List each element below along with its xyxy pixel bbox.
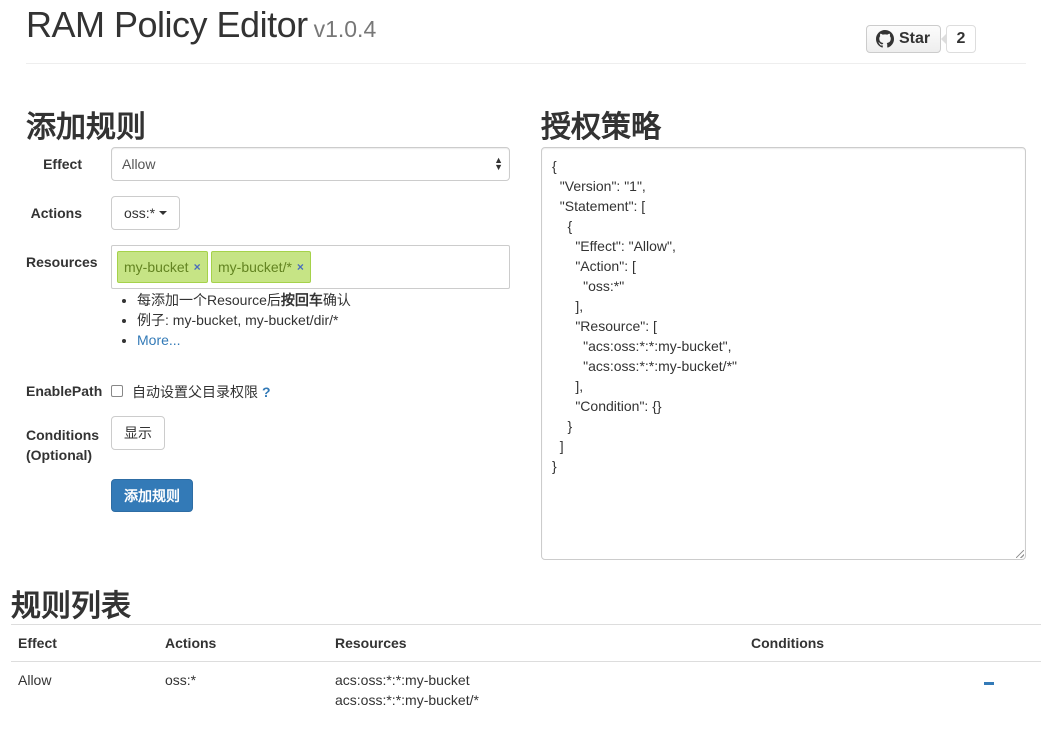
- resource-line: acs:oss:*:*:my-bucket: [335, 672, 470, 688]
- star-count[interactable]: 2: [941, 25, 976, 53]
- table-header-row: Effect Actions Resources Conditions: [11, 624, 1041, 662]
- policy-heading: 授权策略: [541, 111, 661, 144]
- resources-label: Resources: [26, 254, 98, 270]
- resource-tag: my-bucket ×: [117, 251, 208, 283]
- version-label: v1.0.4: [313, 16, 377, 42]
- effect-select-value: Allow: [122, 156, 156, 172]
- caret-down-icon: [159, 211, 168, 215]
- add-rule-heading: 添加规则: [26, 111, 146, 144]
- hint-item: 例子: my-bucket, my-bucket/dir/*: [137, 310, 351, 330]
- hint-bold-text: 按回车: [280, 292, 323, 308]
- github-star-button[interactable]: Star: [866, 25, 941, 53]
- cell-resources: acs:oss:*:*:my-bucket acs:oss:*:*:my-buc…: [328, 662, 744, 719]
- policy-textarea[interactable]: { "Version": "1", "Statement": [ { "Effe…: [541, 147, 1026, 560]
- cell-conditions: [744, 662, 974, 719]
- cell-actions: oss:*: [165, 672, 197, 688]
- page-header: RAM Policy Editor v1.0.4 Star 2: [26, 0, 1026, 64]
- enablepath-desc: 自动设置父目录权限: [132, 384, 258, 400]
- help-icon[interactable]: ?: [262, 384, 271, 400]
- effect-select[interactable]: Allow ▲ ▼: [111, 147, 510, 181]
- star-label: Star: [899, 30, 931, 47]
- effect-label: Effect: [43, 156, 82, 172]
- column-header: Resources: [328, 624, 744, 662]
- hint-item: 每添加一个Resource后按回车确认: [137, 290, 351, 310]
- page-title: RAM Policy Editor v1.0.4: [26, 4, 376, 46]
- resource-tag-label: my-bucket: [124, 259, 189, 275]
- resource-hints: 每添加一个Resource后按回车确认 例子: my-bucket, my-bu…: [120, 290, 351, 350]
- resources-tag-input[interactable]: my-bucket × my-bucket/* ×: [111, 245, 510, 289]
- column-header: Effect: [11, 624, 158, 662]
- rule-list-heading: 规则列表: [11, 590, 131, 623]
- app-title: RAM Policy Editor: [26, 4, 308, 45]
- resource-line: acs:oss:*:*:my-bucket/*: [335, 692, 479, 708]
- enablepath-label: EnablePath: [26, 383, 103, 399]
- hint-text: 每添加一个Resource后: [137, 292, 281, 308]
- add-rule-button[interactable]: 添加规则: [111, 479, 193, 512]
- remove-tag-icon[interactable]: ×: [297, 260, 304, 274]
- remove-rule-icon[interactable]: [984, 682, 994, 685]
- actions-label: Actions: [30, 205, 82, 221]
- column-header: Conditions: [744, 624, 974, 662]
- github-icon: [876, 30, 894, 48]
- enablepath-checkbox[interactable]: [111, 385, 123, 397]
- cell-effect: Allow: [18, 672, 52, 688]
- column-header: Actions: [158, 624, 328, 662]
- show-conditions-button[interactable]: 显示: [111, 416, 165, 450]
- table-row: Allow oss:* acs:oss:*:*:my-bucket acs:os…: [11, 662, 1041, 719]
- actions-dropdown[interactable]: oss:*: [111, 196, 180, 230]
- select-arrows-icon: ▲ ▼: [494, 155, 503, 172]
- hint-item: More...: [137, 330, 351, 350]
- conditions-label-line: (Optional): [26, 447, 93, 463]
- enablepath-text: 自动设置父目录权限?: [132, 382, 271, 402]
- actions-dropdown-value: oss:*: [123, 205, 156, 221]
- hint-text: 确认: [322, 292, 351, 308]
- resource-tag-label: my-bucket/*: [218, 259, 292, 275]
- column-header-actions: [974, 624, 1041, 662]
- cell-remove: [974, 662, 1041, 719]
- conditions-label-line: Conditions: [26, 427, 100, 443]
- remove-tag-icon[interactable]: ×: [194, 260, 201, 274]
- more-link[interactable]: More...: [137, 332, 181, 348]
- resize-handle-icon[interactable]: [1016, 550, 1024, 558]
- conditions-label: Conditions (Optional): [26, 425, 100, 465]
- rules-table: Effect Actions Resources Conditions Allo…: [11, 624, 1041, 718]
- resource-tag: my-bucket/* ×: [211, 251, 311, 283]
